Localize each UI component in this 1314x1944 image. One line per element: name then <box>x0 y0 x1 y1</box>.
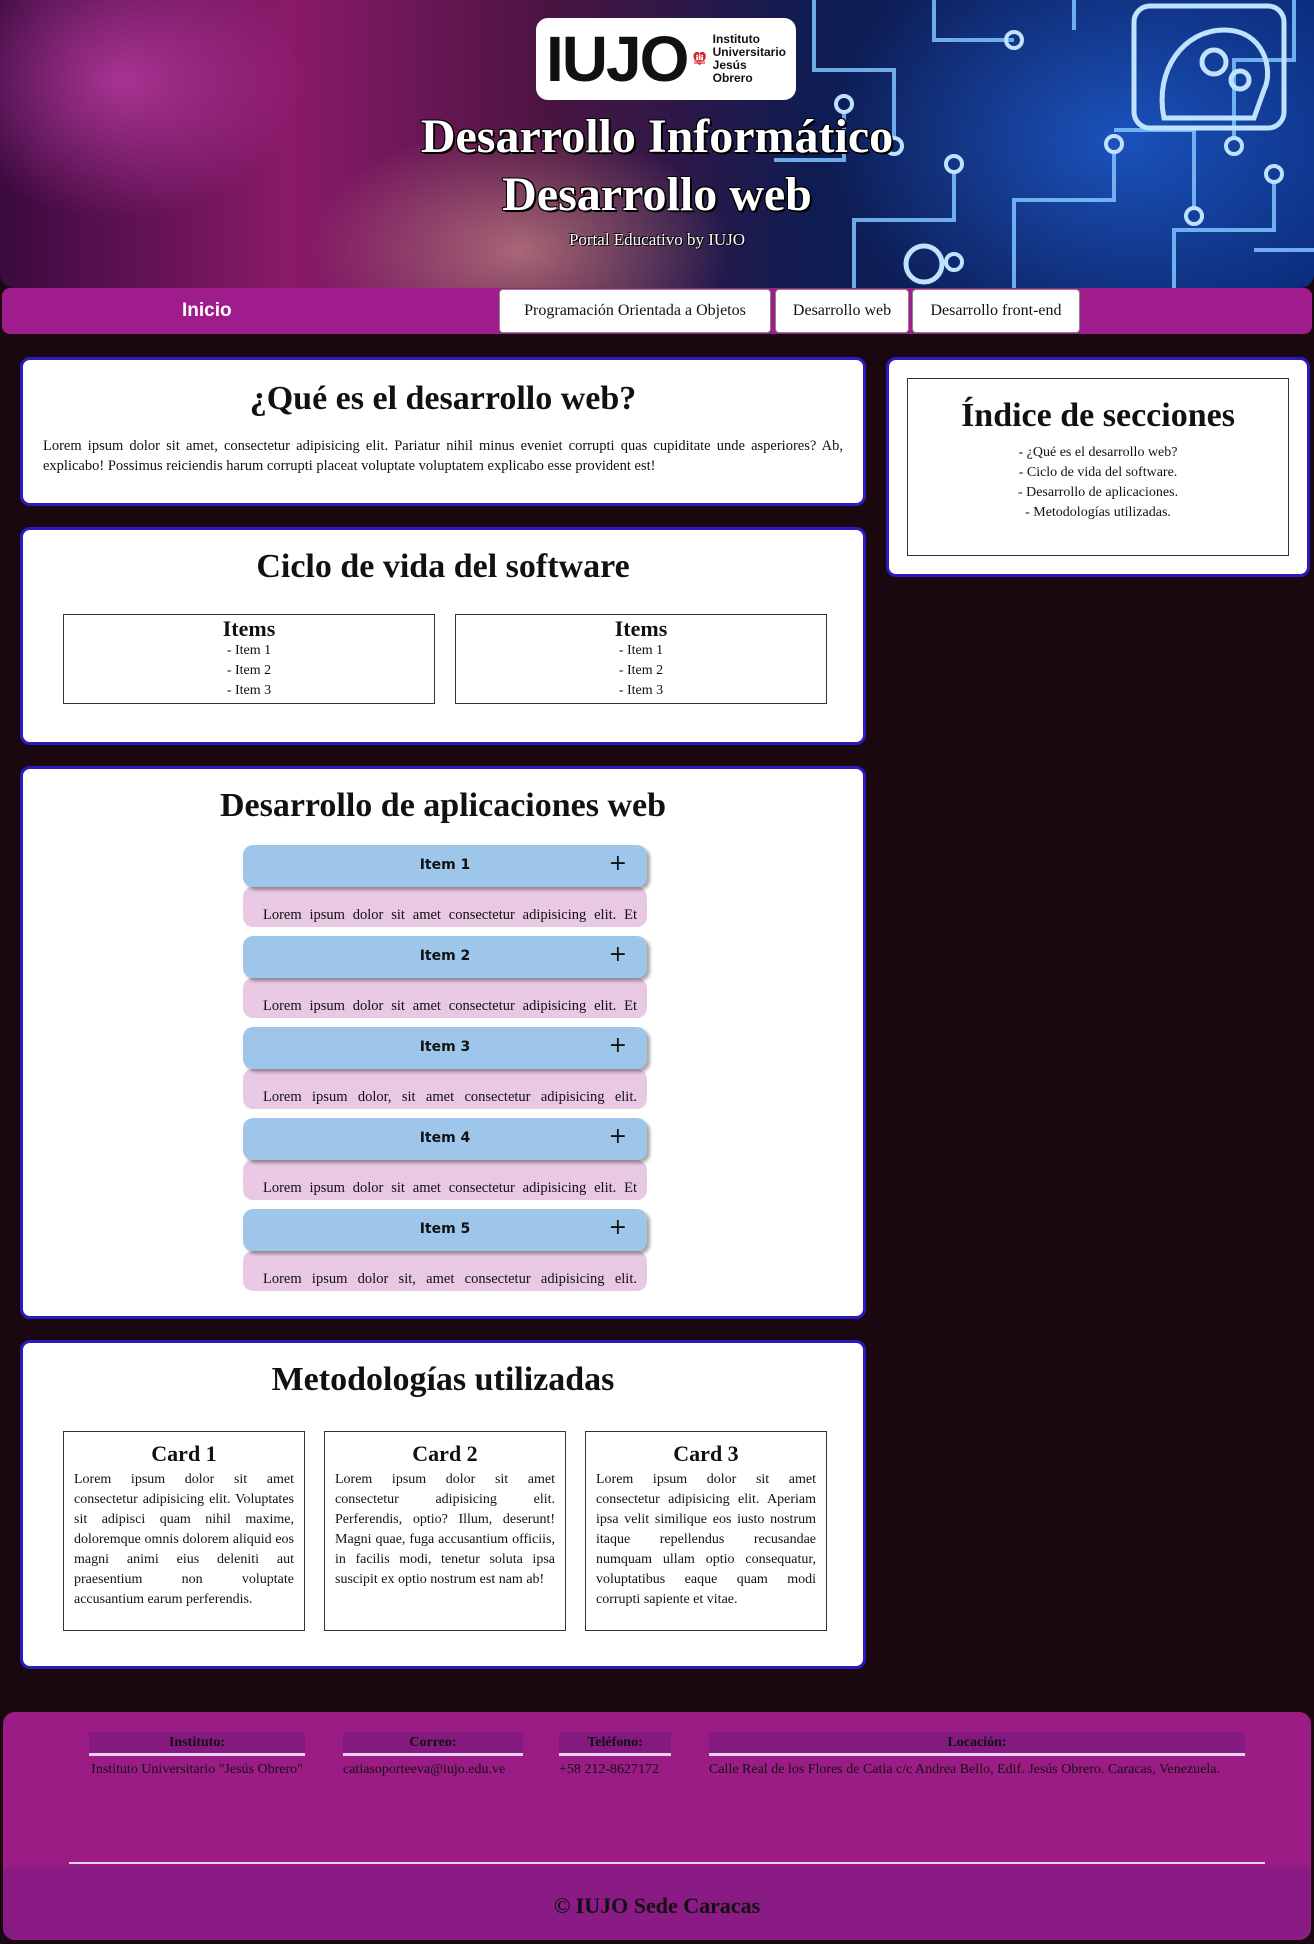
footer-email-value[interactable]: catiasoporteeva@iujo.edu.ve <box>343 1760 523 1780</box>
footer-phone-label: Teléfono: <box>559 1732 671 1756</box>
index-section: Índice de secciones - ¿Qué es el desarro… <box>886 357 1310 577</box>
plus-icon: + <box>608 1124 627 1149</box>
list-item: - Item 1 <box>226 643 272 658</box>
items-box: Items - Item 1 - Item 2 - Item 3 <box>455 614 827 704</box>
method-card-3: Card 3 Lorem ipsum dolor sit amet consec… <box>585 1431 827 1631</box>
accordion-body-4: Lorem ipsum dolor sit amet consectetur a… <box>243 1160 647 1200</box>
list-item: - Item 3 <box>618 683 664 698</box>
heart-logo-icon: FE Y ALEGRÍA <box>693 51 707 66</box>
accordion-body-2: Lorem ipsum dolor sit amet consectetur a… <box>243 978 647 1018</box>
list-item: - Item 2 <box>618 663 664 678</box>
items-box-title: Items <box>222 616 276 641</box>
footer-location: Locación: Calle Real de los Flores de Ca… <box>709 1732 1245 1780</box>
footer-institute-label: Instituto: <box>89 1732 305 1756</box>
nav-item-desarrollo-web[interactable]: Desarrollo web <box>775 289 909 333</box>
accordion-label: Item 4 <box>419 1130 471 1146</box>
index-link-apps[interactable]: - Desarrollo de aplicaciones. <box>908 483 1288 503</box>
accordion-header-4[interactable]: Item 4 + <box>243 1118 647 1160</box>
footer-phone-value: +58 212-8627172 <box>559 1762 660 1777</box>
header-title-line2: Desarrollo web <box>502 168 812 221</box>
list-item: - Item 2 <box>226 663 272 678</box>
method-card-1: Card 1 Lorem ipsum dolor sit amet consec… <box>63 1431 305 1631</box>
accordion-body-5: Lorem ipsum dolor sit, amet consectetur … <box>243 1251 647 1291</box>
accordion-header-1[interactable]: Item 1 + <box>243 845 647 887</box>
card-text: Lorem ipsum dolor sit amet consectetur a… <box>74 1472 294 1607</box>
methods-section: Metodologías utilizadas Card 1 Lorem ips… <box>20 1340 866 1669</box>
apps-section: Desarrollo de aplicaciones web Lorem ips… <box>20 766 866 1319</box>
header-banner: IUJO FE Y ALEGRÍA Instituto Universitari… <box>0 0 1314 288</box>
logo-subtitle: Instituto Universitario Jesús Obrero <box>712 32 786 85</box>
accordion-body-3: Lorem ipsum dolor, sit amet consectetur … <box>243 1069 647 1109</box>
list-item: - Item 3 <box>226 683 272 698</box>
accordion-body-1: Lorem ipsum dolor sit amet consectetur a… <box>243 887 647 927</box>
index-title: Índice de secciones <box>961 397 1235 434</box>
footer: Instituto: Instituto Universitario "Jesú… <box>3 1712 1311 1940</box>
accordion-header-2[interactable]: Item 2 + <box>243 936 647 978</box>
lifecycle-title: Ciclo de vida del software <box>256 548 630 585</box>
intro-title: ¿Qué es el desarrollo web? <box>249 380 637 417</box>
plus-icon: + <box>608 1033 627 1058</box>
footer-bottom-bar: © IUJO Sede Caracas <box>3 1867 1311 1940</box>
method-card-2: Card 2 Lorem ipsum dolor sit amet consec… <box>324 1431 566 1631</box>
accordion-label: Item 5 <box>419 1221 471 1237</box>
accordion-label: Item 3 <box>419 1039 471 1055</box>
apps-title: Desarrollo de aplicaciones web <box>219 787 667 824</box>
items-box-title: Items <box>614 616 668 641</box>
accordion-label: Item 2 <box>419 948 471 964</box>
index-link-intro[interactable]: - ¿Qué es el desarrollo web? <box>908 443 1288 463</box>
index-link-methods[interactable]: - Metodologías utilizadas. <box>908 503 1288 523</box>
card-title: Card 3 <box>673 1441 739 1466</box>
footer-institute: Instituto: Instituto Universitario "Jesú… <box>89 1732 305 1780</box>
plus-icon: + <box>608 851 627 876</box>
footer-email: Correo: catiasoporteeva@iujo.edu.ve <box>343 1732 523 1780</box>
header-title-line1: Desarrollo Informático <box>420 110 894 163</box>
iujo-logo[interactable]: IUJO FE Y ALEGRÍA Instituto Universitari… <box>536 18 796 100</box>
card-text: Lorem ipsum dolor sit amet consectetur a… <box>596 1472 816 1607</box>
footer-institute-value: Instituto Universitario "Jesús Obrero" <box>91 1762 303 1777</box>
plus-icon: + <box>608 1215 627 1240</box>
footer-divider <box>69 1862 1265 1864</box>
methods-title: Metodologías utilizadas <box>271 1361 615 1398</box>
nav-item-poo[interactable]: Programación Orientada a Objetos <box>499 289 771 333</box>
logo-text: IUJO <box>546 23 689 95</box>
main-nav: Inicio Programación Orientada a Objetos … <box>2 288 1312 334</box>
footer-phone: Teléfono: +58 212-8627172 <box>559 1732 671 1780</box>
intro-text: Lorem ipsum dolor sit amet, consectetur … <box>43 438 843 474</box>
lifecycle-section: Ciclo de vida del software Items - Item … <box>20 527 866 745</box>
index-box: Índice de secciones - ¿Qué es el desarro… <box>907 378 1289 556</box>
list-item: - Item 1 <box>618 643 664 658</box>
footer-copyright: © IUJO Sede Caracas <box>553 1893 761 1918</box>
footer-location-value: Calle Real de los Flores de Catia c/c An… <box>709 1762 1220 1777</box>
footer-email-label: Correo: <box>343 1732 523 1756</box>
items-box: Items - Item 1 - Item 2 - Item 3 <box>63 614 435 704</box>
accordion-label: Item 1 <box>419 857 471 873</box>
header-subtitle: Portal Educativo by IUJO <box>568 230 746 249</box>
accordion-header-5[interactable]: Item 5 + <box>243 1209 647 1251</box>
intro-section: ¿Qué es el desarrollo web? Lorem ipsum d… <box>20 357 866 506</box>
card-text: Lorem ipsum dolor sit amet consectetur a… <box>335 1472 555 1587</box>
index-link-lifecycle[interactable]: - Ciclo de vida del software. <box>908 463 1288 483</box>
nav-item-front-end[interactable]: Desarrollo front-end <box>912 289 1080 333</box>
accordion-header-3[interactable]: Item 3 + <box>243 1027 647 1069</box>
card-title: Card 1 <box>151 1441 217 1466</box>
plus-icon: + <box>608 942 627 967</box>
nav-home-link[interactable]: Inicio <box>182 300 232 322</box>
footer-location-label: Locación: <box>709 1732 1245 1756</box>
card-title: Card 2 <box>412 1441 478 1466</box>
